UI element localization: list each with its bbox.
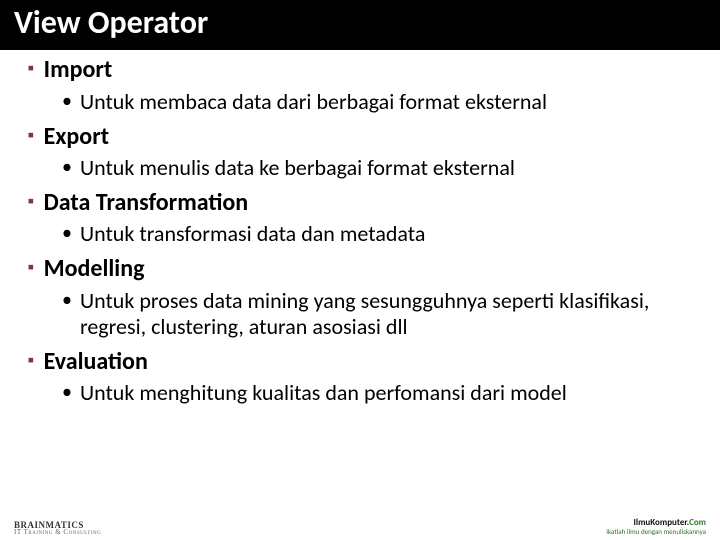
sub-text: Untuk membaca data dari berbagai format …	[80, 89, 547, 115]
dot-bullet-icon: •	[62, 380, 72, 404]
section-data-transformation: ▪ Data Transformation • Untuk transforma…	[0, 187, 720, 247]
sub-text: Untuk menghitung kualitas dan perfomansi…	[80, 380, 567, 406]
section-export: ▪ Export • Untuk menulis data ke berbaga…	[0, 121, 720, 181]
section-modelling: ▪ Modelling • Untuk proses data mining y…	[0, 253, 720, 339]
slide-footer: BRAINMATICS IT Training & Consulting Ilm…	[0, 516, 720, 536]
footer-left-brand: BRAINMATICS IT Training & Consulting	[14, 520, 101, 536]
slide-content: ▪ Import • Untuk membaca data dari berba…	[0, 50, 720, 406]
square-bullet-icon: ▪	[28, 346, 34, 376]
sub-evaluation: • Untuk menghitung kualitas dan perfoman…	[0, 380, 720, 406]
sub-text: Untuk menulis data ke berbagai format ek…	[80, 155, 515, 181]
square-bullet-icon: ▪	[28, 187, 34, 217]
heading-text: Export	[44, 121, 109, 153]
heading-text: Data Transformation	[44, 187, 249, 219]
heading-text: Import	[44, 54, 113, 86]
footer-right-tag: ikatlah ilmu dengan menuliskannya	[606, 527, 706, 536]
sub-import: • Untuk membaca data dari berbagai forma…	[0, 89, 720, 115]
sub-data-transformation: • Untuk transformasi data dan metadata	[0, 221, 720, 247]
slide-title: View Operator	[0, 0, 720, 50]
section-import: ▪ Import • Untuk membaca data dari berba…	[0, 54, 720, 114]
heading-export: ▪ Export	[0, 121, 720, 153]
heading-import: ▪ Import	[0, 54, 720, 86]
sub-modelling: • Untuk proses data mining yang sesunggu…	[0, 288, 720, 340]
section-evaluation: ▪ Evaluation • Untuk menghitung kualitas…	[0, 346, 720, 406]
square-bullet-icon: ▪	[28, 253, 34, 283]
heading-evaluation: ▪ Evaluation	[0, 346, 720, 378]
footer-right-brand: IlmuKomputer.Com ikatlah ilmu dengan men…	[606, 517, 706, 536]
heading-data-transformation: ▪ Data Transformation	[0, 187, 720, 219]
sub-export: • Untuk menulis data ke berbagai format …	[0, 155, 720, 181]
dot-bullet-icon: •	[62, 155, 72, 179]
dot-bullet-icon: •	[62, 288, 72, 312]
dot-bullet-icon: •	[62, 89, 72, 113]
square-bullet-icon: ▪	[28, 54, 34, 84]
sub-text: Untuk transformasi data dan metadata	[80, 221, 425, 247]
heading-text: Evaluation	[44, 346, 148, 378]
square-bullet-icon: ▪	[28, 121, 34, 151]
heading-modelling: ▪ Modelling	[0, 253, 720, 285]
sub-text: Untuk proses data mining yang sesungguhn…	[80, 288, 690, 340]
dot-bullet-icon: •	[62, 221, 72, 245]
footer-left-tag: IT Training & Consulting	[14, 528, 101, 536]
title-text: View Operator	[14, 3, 208, 42]
heading-text: Modelling	[44, 253, 145, 285]
